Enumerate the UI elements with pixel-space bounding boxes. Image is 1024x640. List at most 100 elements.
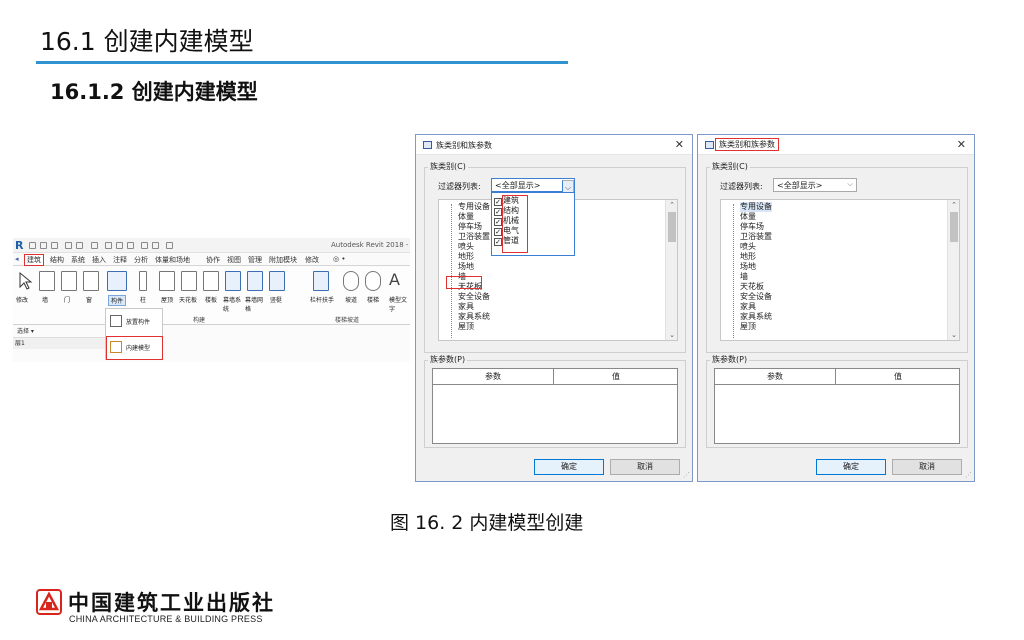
filter-option-architecture[interactable]: ✓ 建筑 (494, 196, 519, 206)
scroll-down-icon[interactable]: ⌄ (948, 331, 959, 339)
col-header-value[interactable]: 值 (836, 369, 960, 385)
tab-options[interactable]: ◎ • (333, 255, 345, 263)
tree-item[interactable]: 安全设备 (458, 292, 490, 302)
text-icon[interactable] (127, 242, 134, 249)
print-icon[interactable] (91, 242, 98, 249)
col-header-parameter[interactable]: 参数 (433, 369, 553, 385)
tab-manage[interactable]: 管理 (248, 255, 262, 265)
filter-dropdown-list[interactable]: ✓ 建筑 ✓ 结构 ✓ 机械 ✓ 电气 ✓ 管道 (491, 192, 575, 256)
tree-item[interactable]: 安全设备 (740, 292, 772, 302)
checkbox-checked-icon[interactable]: ✓ (494, 228, 502, 236)
filter-option-mechanical[interactable]: ✓ 机械 (494, 216, 519, 226)
component-tool-icon[interactable] (107, 271, 127, 291)
ramp-icon[interactable] (343, 271, 359, 291)
tree-item[interactable]: 屋顶 (458, 322, 490, 332)
ceiling-tool-icon[interactable] (181, 271, 197, 291)
tree-item[interactable]: 卫浴装置 (458, 232, 490, 242)
3d-view-icon[interactable] (141, 242, 148, 249)
curtain-system-icon[interactable] (225, 271, 241, 291)
component-label[interactable]: 构件 (108, 295, 127, 306)
category-tree[interactable]: 专用设备 体量 停车场 卫浴装置 喷头 地形 场地 墙 天花板 安全设备 家具 … (720, 199, 960, 341)
tree-item[interactable]: 停车场 (458, 222, 490, 232)
filter-option-structure[interactable]: ✓ 结构 (494, 206, 519, 216)
params-table[interactable]: 参数 值 (432, 368, 678, 444)
revit-logo-icon[interactable]: R (15, 239, 23, 252)
tree-item[interactable]: 场地 (458, 262, 490, 272)
tree-scrollbar[interactable]: ⌃ ⌄ (947, 200, 959, 340)
tree-item-selected[interactable]: 专用设备 (740, 202, 772, 212)
stair-icon[interactable] (365, 271, 381, 291)
tree-item[interactable]: 地形 (740, 252, 772, 262)
close-icon[interactable]: ✕ (957, 138, 966, 151)
file-tab-arrow[interactable]: ◂ (15, 255, 19, 263)
tab-structure[interactable]: 结构 (50, 255, 64, 265)
model-text-icon[interactable]: A (389, 271, 405, 291)
column-tool-icon[interactable] (139, 271, 147, 291)
measure-icon[interactable] (105, 242, 112, 249)
wall-tool-icon[interactable] (39, 271, 55, 291)
menu-item-place-component[interactable]: 放置构件 (126, 317, 150, 326)
cancel-button[interactable]: 取消 (892, 459, 962, 475)
curtain-grid-icon[interactable] (247, 271, 263, 291)
scroll-down-icon[interactable]: ⌄ (666, 331, 677, 339)
tree-item[interactable]: 喷头 (458, 242, 490, 252)
tree-item[interactable]: 屋顶 (740, 322, 772, 332)
railing-icon[interactable] (313, 271, 329, 291)
tree-item[interactable]: 家具系统 (740, 312, 772, 322)
redo-icon[interactable] (76, 242, 83, 249)
chevron-down-icon[interactable]: ⌵ (844, 180, 856, 192)
tab-addins[interactable]: 附加模块 (269, 255, 297, 265)
level-view-tab[interactable]: 层1 (13, 337, 105, 349)
ok-button[interactable]: 确定 (816, 459, 886, 475)
checkbox-checked-icon[interactable]: ✓ (494, 238, 502, 246)
resize-grip-icon[interactable]: ⋰ (965, 471, 972, 479)
cancel-button[interactable]: 取消 (610, 459, 680, 475)
select-panel[interactable]: 选择 ▾ (13, 326, 105, 336)
checkbox-checked-icon[interactable]: ✓ (494, 218, 502, 226)
tab-annotate[interactable]: 注释 (113, 255, 127, 265)
tree-item[interactable]: 喷头 (740, 242, 772, 252)
open-icon[interactable] (29, 242, 36, 249)
filter-option-piping[interactable]: ✓ 管道 (494, 236, 519, 246)
checkbox-checked-icon[interactable]: ✓ (494, 208, 502, 216)
tab-analyze[interactable]: 分析 (134, 255, 148, 265)
tab-systems[interactable]: 系统 (71, 255, 85, 265)
undo-icon[interactable] (65, 242, 72, 249)
modify-cursor-icon[interactable] (17, 271, 33, 291)
tree-item[interactable]: 体量 (458, 212, 490, 222)
tree-item-wall[interactable]: 墙 (740, 272, 772, 282)
scroll-thumb[interactable] (668, 212, 676, 242)
sync-icon[interactable] (51, 242, 58, 249)
ok-button[interactable]: 确定 (534, 459, 604, 475)
scroll-up-icon[interactable]: ⌃ (666, 201, 677, 209)
tree-item[interactable]: 停车场 (740, 222, 772, 232)
floor-tool-icon[interactable] (203, 271, 219, 291)
tree-item[interactable]: 卫浴装置 (740, 232, 772, 242)
filter-combobox[interactable]: <全部显示> ⌵ (773, 178, 857, 192)
mullion-icon[interactable] (269, 271, 285, 291)
checkbox-checked-icon[interactable]: ✓ (494, 198, 502, 206)
roof-tool-icon[interactable] (159, 271, 175, 291)
tree-item[interactable]: 家具 (740, 302, 772, 312)
tab-view[interactable]: 视图 (227, 255, 241, 265)
col-header-value[interactable]: 值 (554, 369, 678, 385)
col-header-parameter[interactable]: 参数 (715, 369, 835, 385)
switch-window-icon[interactable] (166, 242, 173, 249)
scroll-up-icon[interactable]: ⌃ (948, 201, 959, 209)
scroll-thumb[interactable] (950, 212, 958, 242)
tree-item[interactable]: 家具系统 (458, 312, 490, 322)
filter-combobox[interactable]: <全部显示> ⌵ (491, 178, 575, 196)
section-icon[interactable] (152, 242, 159, 249)
filter-option-electrical[interactable]: ✓ 电气 (494, 226, 519, 236)
tree-item[interactable]: 场地 (740, 262, 772, 272)
tab-architecture[interactable]: 建筑 (24, 254, 44, 266)
tree-item[interactable]: 体量 (740, 212, 772, 222)
tab-modify[interactable]: 修改 (305, 255, 319, 265)
tree-scrollbar[interactable]: ⌃ ⌄ (665, 200, 677, 340)
tree-item[interactable]: 天花板 (740, 282, 772, 292)
tab-massing-site[interactable]: 体量和场地 (155, 255, 190, 265)
params-table[interactable]: 参数 值 (714, 368, 960, 444)
tree-item[interactable]: 地形 (458, 252, 490, 262)
tab-insert[interactable]: 插入 (92, 255, 106, 265)
dimension-icon[interactable] (116, 242, 123, 249)
